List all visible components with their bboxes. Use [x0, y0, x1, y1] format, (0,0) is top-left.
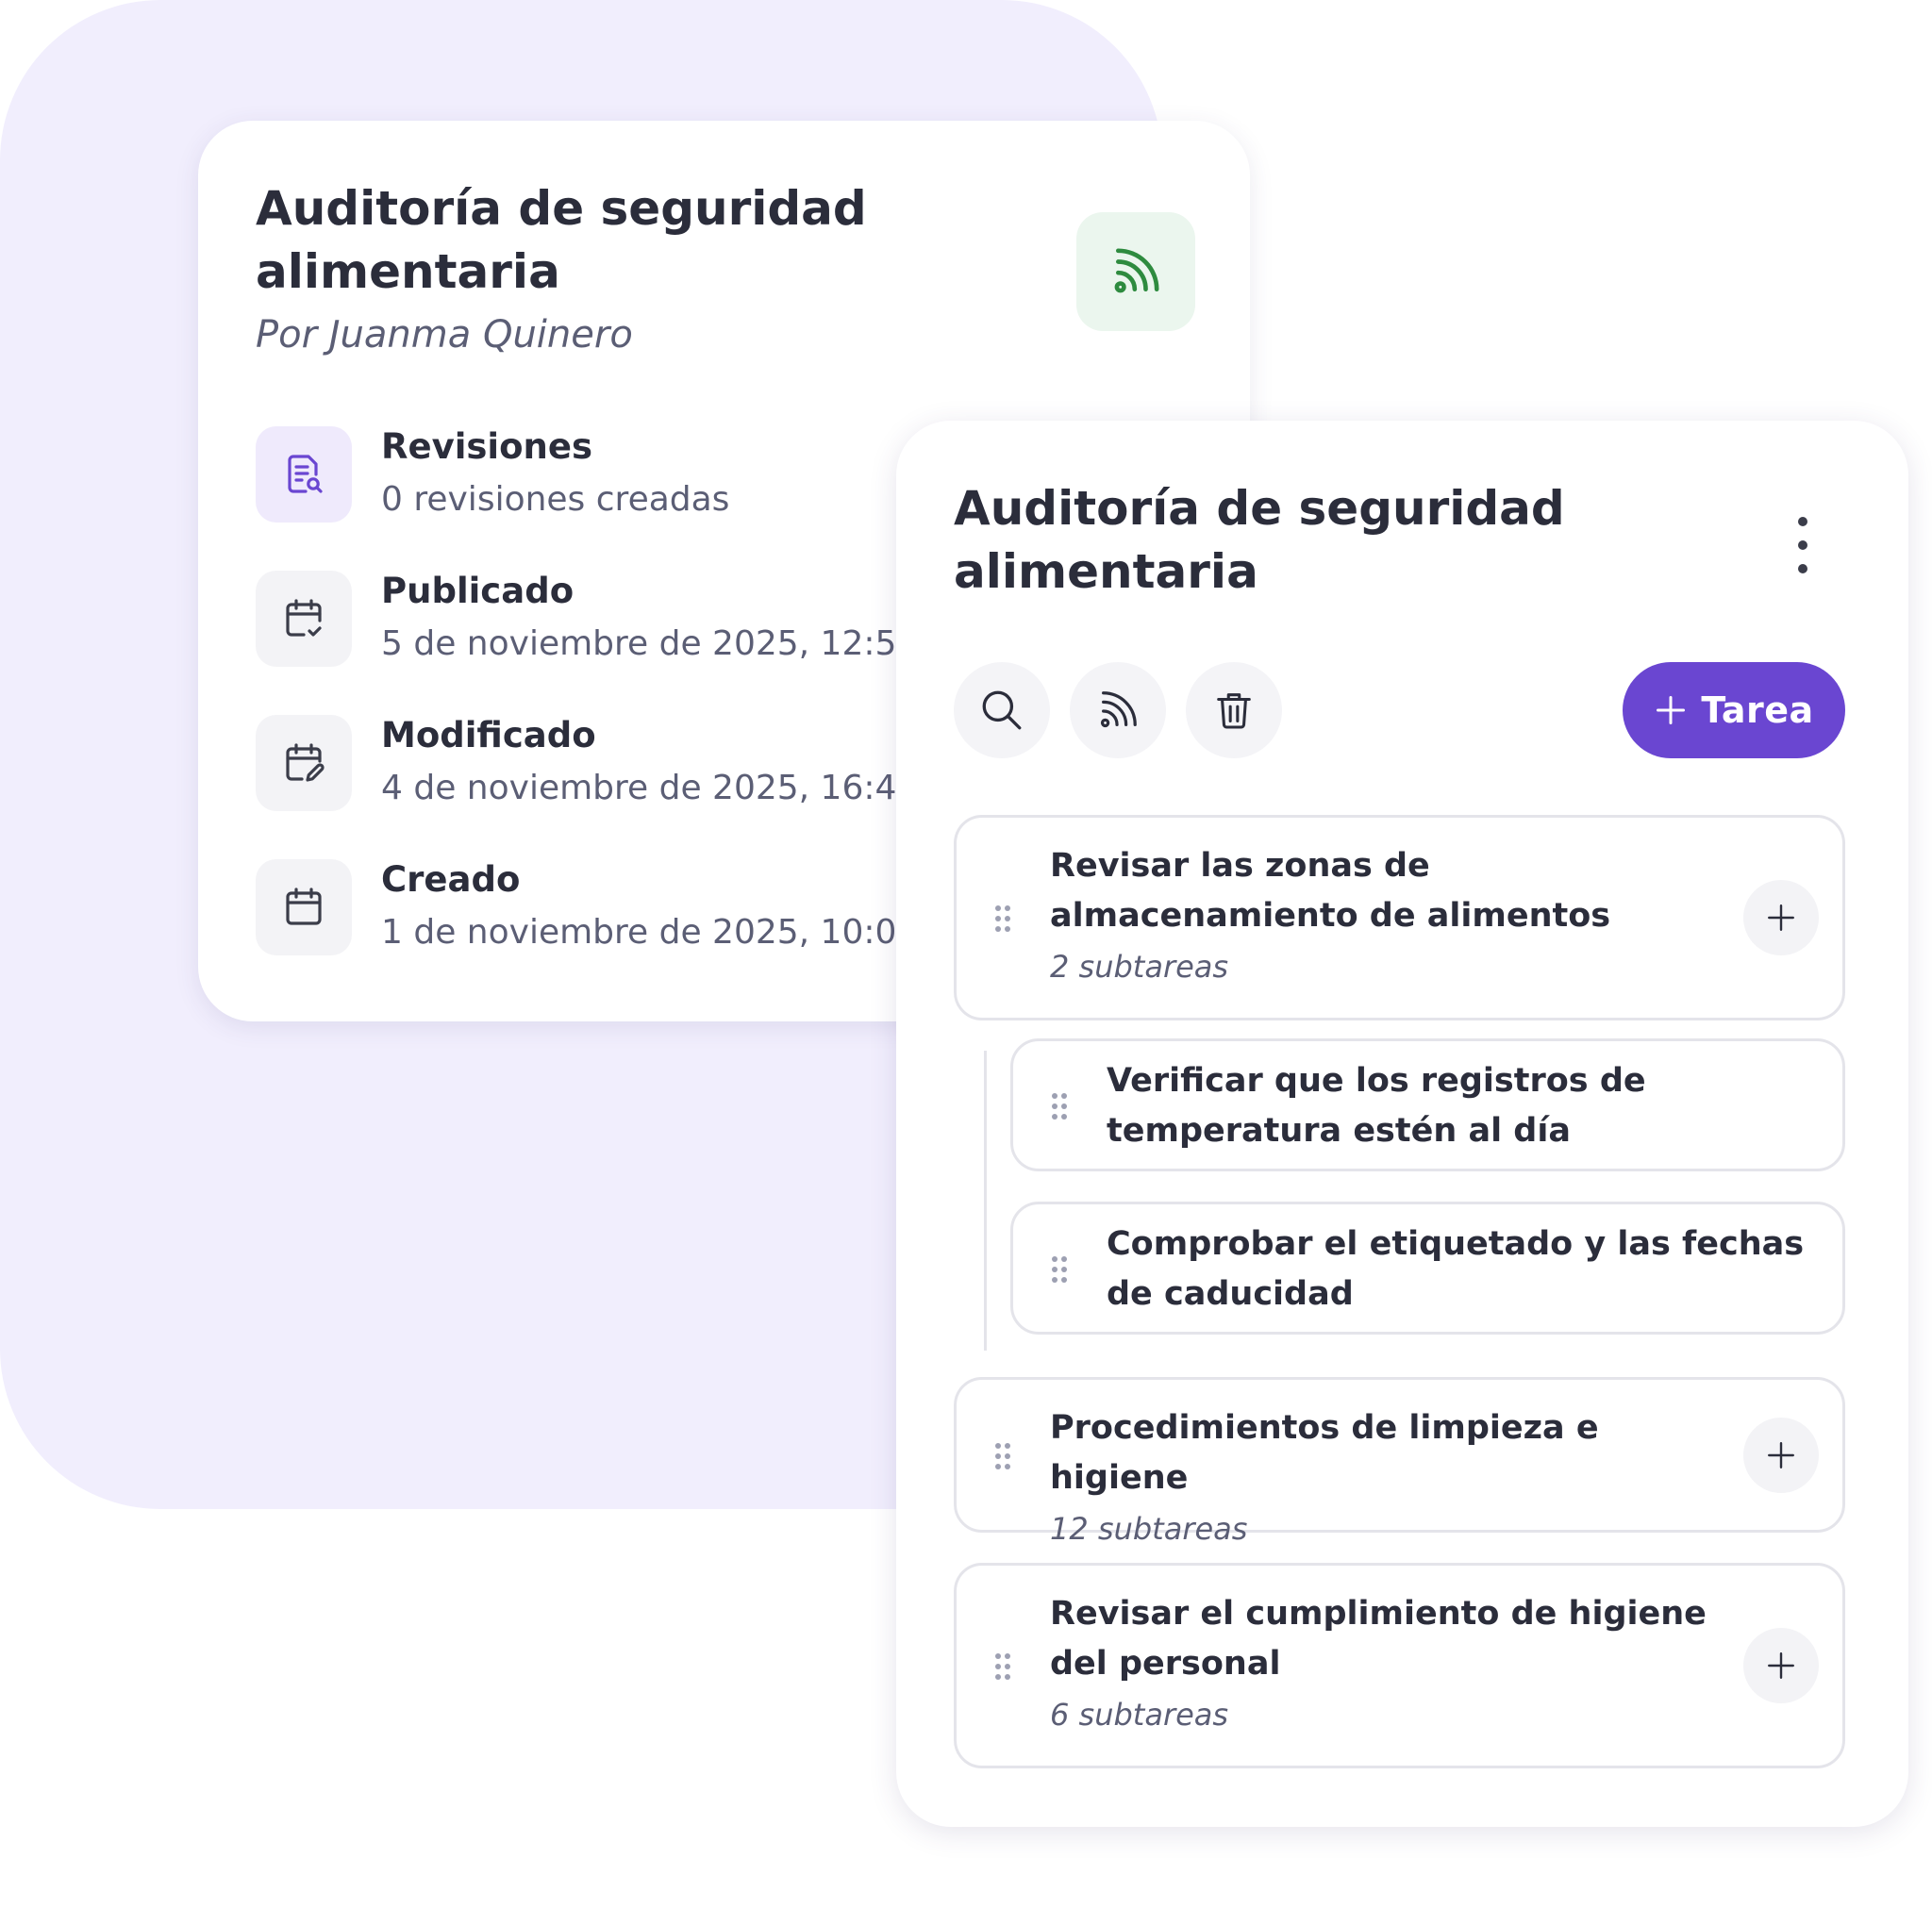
meta-label: Modificado	[381, 715, 596, 755]
add-task-label: Tarea	[1701, 689, 1814, 731]
task-item[interactable]: Revisar las zonas de almacenamiento de a…	[954, 815, 1845, 1020]
subtask-item[interactable]: Verificar que los registros de temperatu…	[1010, 1038, 1845, 1171]
meta-icon-box	[256, 715, 352, 811]
add-subtask-button[interactable]	[1743, 880, 1819, 955]
meta-value: 4 de noviembre de 2025, 16:47	[381, 769, 919, 807]
meta-label: Creado	[381, 859, 521, 900]
drag-handle-icon[interactable]	[994, 1442, 1011, 1470]
drag-handle-icon[interactable]	[994, 1652, 1011, 1681]
subtask-connector	[984, 1051, 987, 1351]
plus-icon	[1657, 696, 1686, 724]
meta-icon-box	[256, 859, 352, 955]
feed-badge[interactable]	[1076, 212, 1195, 331]
info-card-author: Por Juanma Quinero	[256, 313, 633, 357]
subtask-item[interactable]: Comprobar el etiquetado y las fechas de …	[1010, 1202, 1845, 1335]
task-card-title: Auditoría de seguridad alimentaria	[954, 481, 1565, 599]
task-item[interactable]: Revisar el cumplimiento de higiene del p…	[954, 1563, 1845, 1768]
meta-value: 5 de noviembre de 2025, 12:53	[381, 624, 919, 663]
task-title: Procedimientos de limpieza e higiene	[1050, 1409, 1599, 1497]
subtask-title: Verificar que los registros de temperatu…	[1107, 1062, 1646, 1150]
meta-value: 1 de noviembre de 2025, 10:01	[381, 913, 919, 952]
task-subtitle: 6 subtareas	[1050, 1697, 1229, 1733]
calendar-check-icon	[286, 599, 322, 637]
task-title: Revisar las zonas de almacenamiento de a…	[1050, 847, 1611, 935]
rss-icon	[1114, 248, 1159, 293]
delete-button[interactable]	[1186, 662, 1282, 758]
task-item[interactable]: Procedimientos de limpieza e higiene 12 …	[954, 1377, 1845, 1547]
add-task-button[interactable]: Tarea	[1623, 662, 1845, 758]
task-subtitle: 12 subtareas	[1050, 1511, 1248, 1547]
meta-label: Revisiones	[381, 426, 592, 467]
feed-button[interactable]	[1070, 662, 1166, 758]
drag-handle-icon[interactable]	[1051, 1092, 1068, 1120]
meta-icon-box	[256, 571, 352, 667]
calendar-icon	[286, 888, 322, 925]
more-options-icon[interactable]	[1789, 517, 1817, 573]
search-button[interactable]	[954, 662, 1050, 758]
drag-handle-icon[interactable]	[994, 904, 1011, 933]
task-card: Auditoría de seguridad alimentaria Tarea	[896, 421, 1908, 1827]
plus-icon	[1768, 1442, 1794, 1468]
info-card-title: Auditoría de seguridad alimentaria	[256, 181, 867, 299]
meta-value: 0 revisiones creadas	[381, 480, 730, 519]
plus-icon	[1768, 904, 1794, 931]
meta-icon-box	[256, 426, 352, 523]
meta-label: Publicado	[381, 571, 575, 611]
task-title: Revisar el cumplimiento de higiene del p…	[1050, 1595, 1707, 1683]
trash-icon	[1217, 693, 1251, 729]
drag-handle-icon[interactable]	[1051, 1255, 1068, 1284]
subtask-title: Comprobar el etiquetado y las fechas de …	[1107, 1225, 1805, 1313]
add-subtask-button[interactable]	[1743, 1628, 1819, 1703]
add-subtask-button[interactable]	[1743, 1418, 1819, 1493]
calendar-edit-icon	[286, 743, 325, 782]
rss-icon	[1100, 691, 1137, 728]
plus-icon	[1768, 1652, 1794, 1679]
task-subtitle: 2 subtareas	[1050, 949, 1229, 985]
search-icon	[982, 690, 1022, 730]
document-search-icon	[288, 455, 323, 493]
